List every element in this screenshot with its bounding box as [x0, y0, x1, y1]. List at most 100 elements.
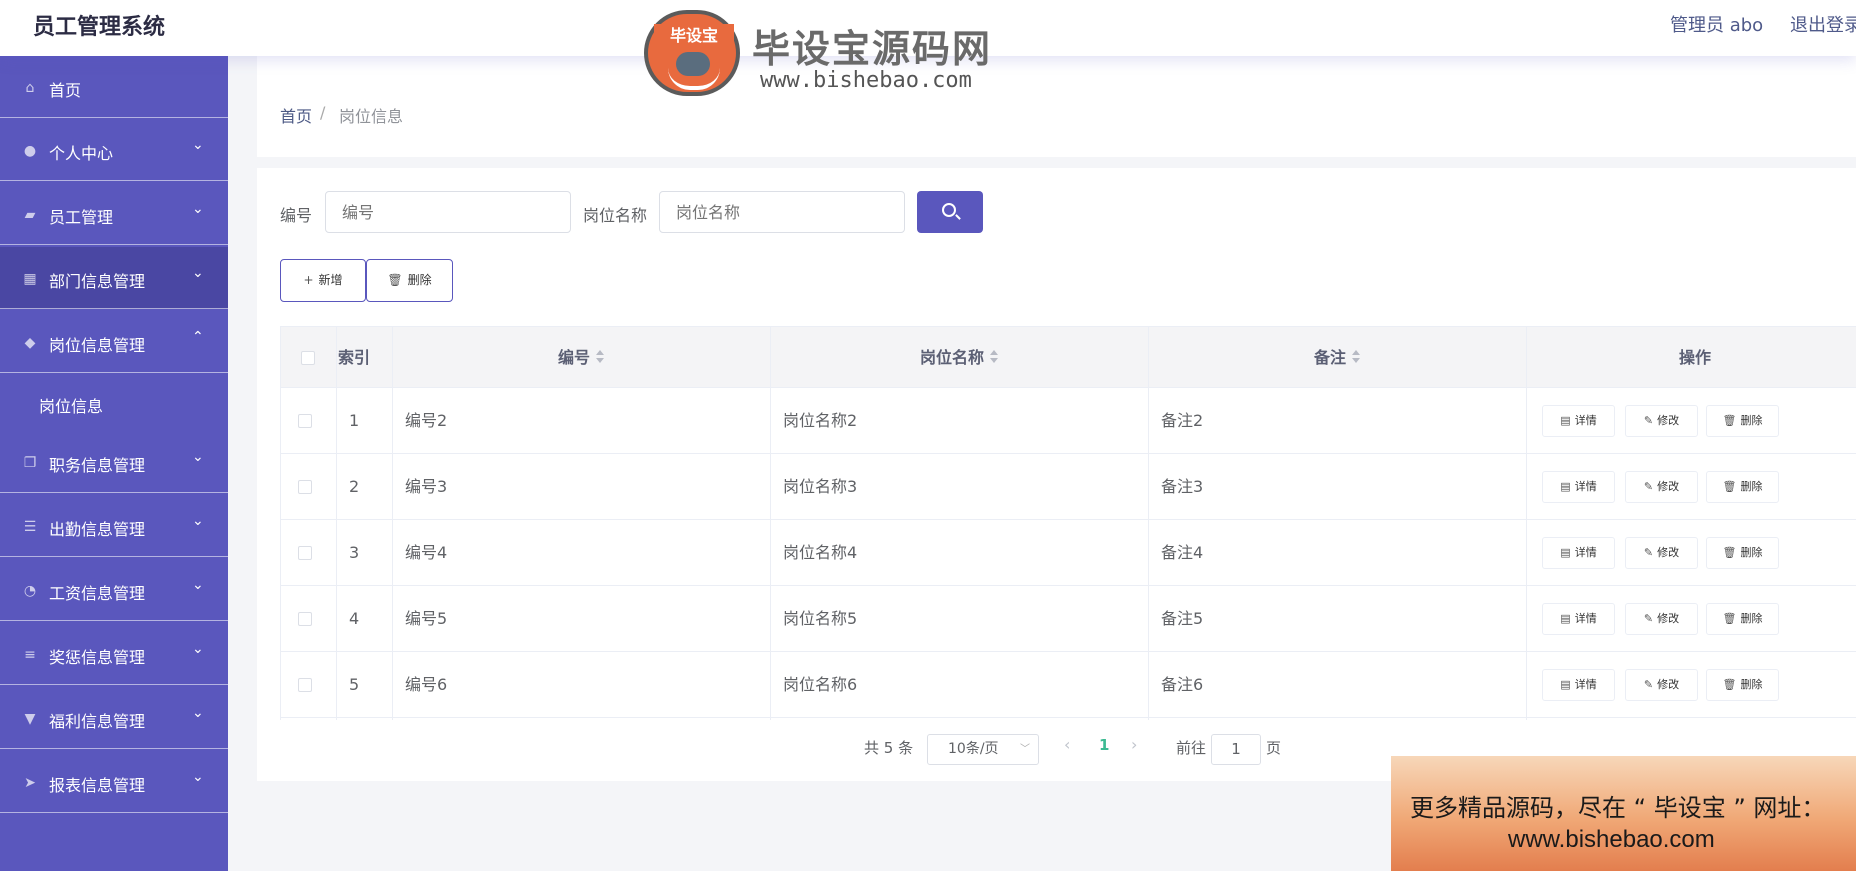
- sidebar-item-label: 部门信息管理: [49, 272, 146, 291]
- edit-button[interactable]: ✎ 修改: [1625, 471, 1698, 503]
- edit-button[interactable]: ✎ 修改: [1625, 537, 1698, 569]
- row-checkbox[interactable]: [298, 612, 312, 626]
- delete-button[interactable]: 🗑 删除: [1706, 537, 1779, 569]
- sliders-icon: ≡: [24, 647, 36, 663]
- column-divider: [1526, 326, 1527, 720]
- goto-page-input[interactable]: 1: [1211, 734, 1261, 765]
- column-header-index: 索引: [337, 348, 370, 367]
- chevron-down-icon: ⌄: [192, 513, 204, 529]
- edit-icon: ✎: [1643, 678, 1654, 691]
- row-checkbox[interactable]: [298, 678, 312, 692]
- detail-button[interactable]: ▤ 详情: [1542, 471, 1615, 503]
- position-name-filter-label: 岗位名称: [583, 206, 648, 225]
- sidebar-item-position[interactable]: ◆ 岗位信息管理 ⌃: [0, 311, 228, 373]
- select-all-checkbox[interactable]: [301, 351, 315, 365]
- sidebar-item-duty[interactable]: ❐ 职务信息管理 ⌄: [0, 431, 228, 493]
- table-border: [280, 326, 281, 720]
- sidebar-item-employee[interactable]: ▰ 员工管理 ⌄: [0, 183, 228, 245]
- column-header-position-name[interactable]: 岗位名称: [770, 327, 1148, 389]
- sidebar-item-attendance[interactable]: ☰ 出勤信息管理 ⌄: [0, 495, 228, 557]
- sort-icon[interactable]: [990, 349, 998, 364]
- promo-banner: 更多精品源码，尽在 “ 毕设宝 ” 网址： www.bishebao.com: [1391, 756, 1856, 871]
- chevron-down-icon: ⌄: [192, 137, 204, 153]
- cell-position-name: 岗位名称6: [783, 675, 858, 694]
- current-user[interactable]: 管理员 abo: [1670, 11, 1763, 37]
- sidebar-item-welfare[interactable]: ▼ 福利信息管理 ⌄: [0, 687, 228, 749]
- plus-icon: +: [303, 273, 314, 287]
- batch-delete-button[interactable]: 🗑 删除: [366, 259, 453, 302]
- watermark-logo: 毕设宝 毕设宝源码网 www.bishebao.com: [640, 6, 1020, 96]
- logout-link[interactable]: 退出登录: [1790, 11, 1856, 37]
- detail-button[interactable]: ▤ 详情: [1542, 669, 1615, 701]
- sidebar-item-reward[interactable]: ≡ 奖惩信息管理 ⌄: [0, 623, 228, 685]
- sort-icon[interactable]: [1352, 349, 1360, 364]
- delete-button[interactable]: 🗑 删除: [1706, 603, 1779, 635]
- edit-button[interactable]: ✎ 修改: [1625, 405, 1698, 437]
- detail-button-label: 详情: [1574, 612, 1597, 625]
- delete-button[interactable]: 🗑 删除: [1706, 471, 1779, 503]
- sidebar-item-salary[interactable]: ◔ 工资信息管理 ⌄: [0, 559, 228, 621]
- sidebar-item-label: 职务信息管理: [49, 456, 146, 475]
- sidebar-subitem-position-info[interactable]: 岗位信息: [0, 373, 228, 433]
- prev-page-button[interactable]: ‹: [1064, 735, 1070, 754]
- delete-button-label: 删除: [1740, 612, 1763, 625]
- sidebar-item-personal-center[interactable]: ● 个人中心 ⌄: [0, 119, 228, 181]
- watermark-title: 毕设宝源码网: [752, 27, 993, 71]
- brush-icon: ▼: [24, 711, 36, 727]
- column-header-code[interactable]: 编号: [392, 327, 770, 389]
- column-header-code-label: 编号: [557, 348, 590, 367]
- table-row: 2 编号3 岗位名称3 备注3 ▤ 详情 ✎ 修改 🗑 删除: [280, 454, 1856, 520]
- cell-position-name: 岗位名称2: [783, 411, 858, 430]
- sort-icon[interactable]: [596, 349, 604, 364]
- cell-index: 1: [349, 411, 360, 430]
- trash-icon: 🗑: [387, 273, 403, 287]
- row-checkbox[interactable]: [298, 546, 312, 560]
- chevron-down-icon: ⌄: [192, 577, 204, 593]
- position-name-search-input[interactable]: [659, 191, 905, 233]
- app-title: 员工管理系统: [33, 15, 166, 40]
- row-checkbox[interactable]: [298, 480, 312, 494]
- edit-button-label: 修改: [1657, 612, 1680, 625]
- sidebar-item-label: 首页: [49, 81, 82, 100]
- sidebar-item-label: 工资信息管理: [49, 584, 146, 603]
- cell-position-name: 岗位名称4: [783, 543, 858, 562]
- code-filter-label: 编号: [280, 206, 313, 225]
- breadcrumb-home[interactable]: 首页: [280, 103, 312, 127]
- trash-icon: 🗑: [1722, 612, 1737, 625]
- row-checkbox[interactable]: [298, 414, 312, 428]
- edit-button[interactable]: ✎ 修改: [1625, 603, 1698, 635]
- cell-index: 4: [349, 609, 360, 628]
- page-number-current[interactable]: 1: [1099, 736, 1109, 754]
- column-header-actions: 操作: [1678, 348, 1711, 367]
- sidebar-item-report[interactable]: ➤ 报表信息管理 ⌄: [0, 751, 228, 813]
- edit-button[interactable]: ✎ 修改: [1625, 669, 1698, 701]
- chevron-down-icon: ⌄: [192, 265, 204, 281]
- goto-unit-label: 页: [1266, 739, 1282, 757]
- sidebar-item-home[interactable]: ⌂ 首页: [0, 56, 228, 118]
- document-icon: ▤: [1560, 414, 1571, 427]
- breadcrumb-separator: /: [320, 103, 326, 122]
- document-icon: ▤: [1560, 480, 1571, 493]
- sidebar-item-label: 个人中心: [49, 144, 114, 163]
- cell-remark: 备注5: [1161, 609, 1204, 628]
- delete-button-label: 删除: [1740, 678, 1763, 691]
- next-page-button[interactable]: ›: [1131, 735, 1137, 754]
- detail-button[interactable]: ▤ 详情: [1542, 537, 1615, 569]
- sidebar-item-department[interactable]: ▦ 部门信息管理 ⌄: [0, 247, 228, 309]
- delete-button[interactable]: 🗑 删除: [1706, 405, 1779, 437]
- edit-button-label: 修改: [1657, 546, 1680, 559]
- breadcrumb: 首页 / 岗位信息: [257, 56, 1856, 157]
- column-header-remark[interactable]: 备注: [1148, 327, 1526, 389]
- delete-button[interactable]: 🗑 删除: [1706, 669, 1779, 701]
- detail-button[interactable]: ▤ 详情: [1542, 603, 1615, 635]
- code-search-input[interactable]: [325, 191, 571, 233]
- page-size-select[interactable]: 10条/页 ﹀: [927, 734, 1039, 765]
- column-header-remark-label: 备注: [1313, 348, 1346, 367]
- detail-button[interactable]: ▤ 详情: [1542, 405, 1615, 437]
- search-button[interactable]: [917, 191, 983, 233]
- grid-icon: ▦: [23, 271, 37, 287]
- promo-url: www.bishebao.com: [1508, 826, 1715, 853]
- edit-icon: ✎: [1643, 612, 1654, 625]
- document-icon: ▤: [1560, 612, 1571, 625]
- add-button[interactable]: + 新增: [280, 259, 366, 302]
